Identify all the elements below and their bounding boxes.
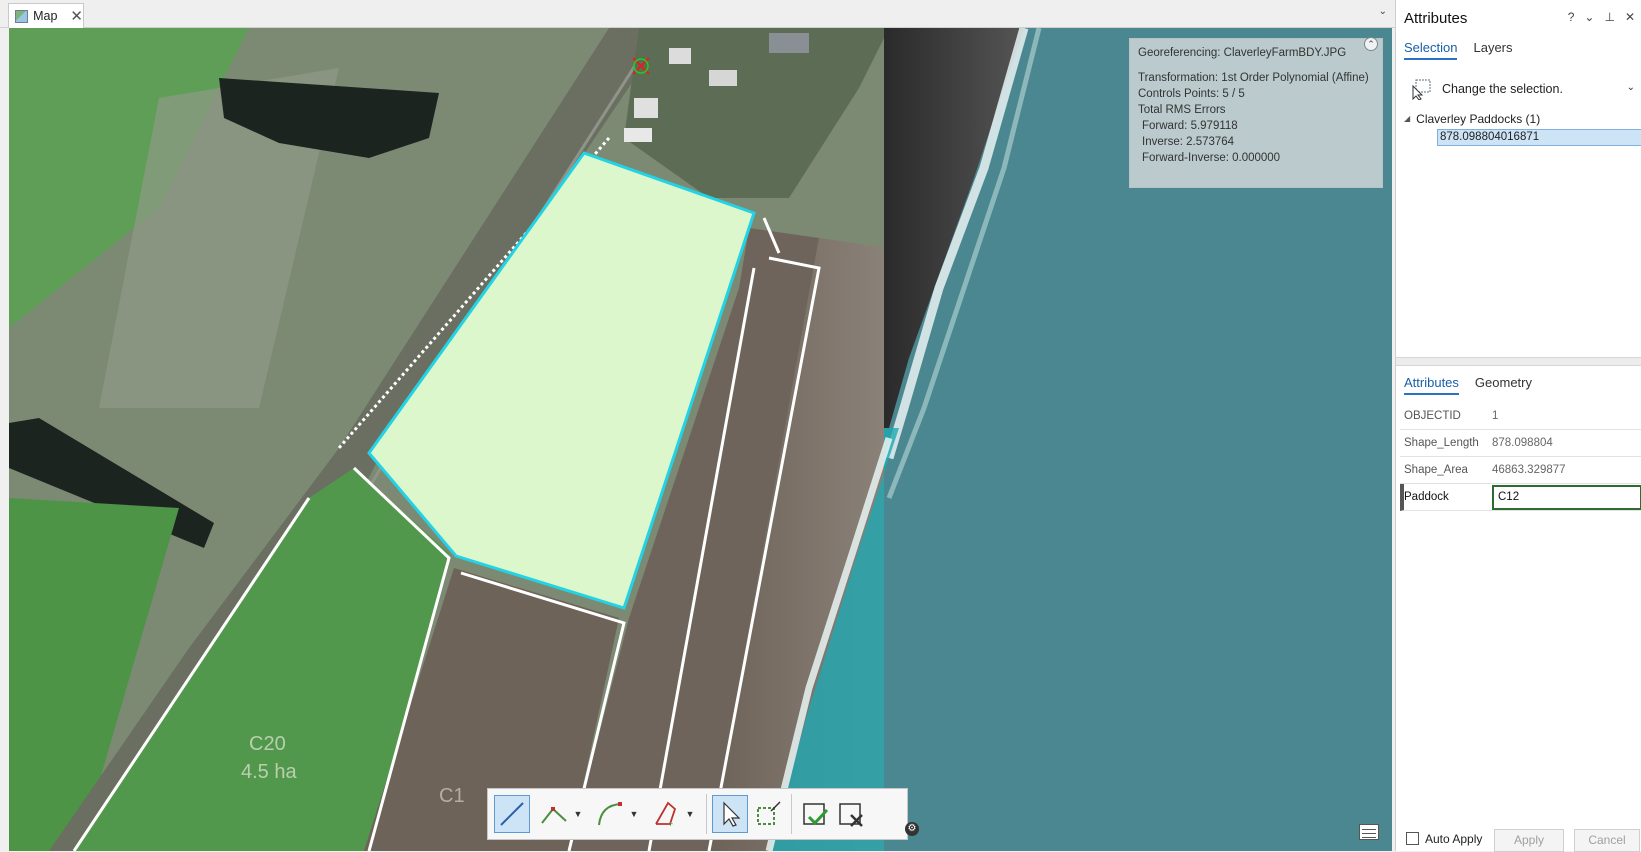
georef-rms-header: Total RMS Errors [1138, 104, 1226, 116]
georef-control-points: Controls Points: 5 / 5 [1138, 88, 1245, 100]
right-angle-tool-icon: + [655, 801, 677, 829]
georef-forward: Forward: 5.979118 [1142, 120, 1238, 132]
select-arrow-icon [723, 801, 741, 827]
field-name: Shape_Length [1404, 437, 1479, 449]
gear-icon[interactable]: ⚙ [905, 822, 919, 836]
finish-sketch-icon [803, 803, 829, 826]
chevron-down-icon[interactable]: ⌄ [1627, 82, 1635, 93]
field-value: 878.098804 [1492, 437, 1553, 449]
change-selection-button[interactable]: Change the selection. [1410, 76, 1640, 102]
close-icon[interactable]: ✕ [70, 9, 83, 24]
chevron-down-icon[interactable]: ⌄ [1379, 6, 1387, 17]
select-arrow-button[interactable] [712, 795, 748, 833]
selection-tabs: Selection Layers [1404, 40, 1513, 60]
chevron-up-icon[interactable]: ⌃ [1364, 37, 1378, 51]
map-icon [15, 9, 29, 23]
pane-splitter[interactable] [1396, 357, 1641, 366]
tab-attributes[interactable]: Attributes [1404, 375, 1459, 395]
field-name: OBJECTID [1404, 410, 1461, 422]
toolbar-divider [706, 794, 707, 834]
field-value: 46863.329877 [1492, 464, 1566, 476]
field-value: 1 [1492, 410, 1499, 422]
tab-map[interactable]: Map ✕ [8, 3, 84, 28]
polyline-tool-icon [541, 807, 567, 824]
right-angle-tool-button[interactable]: + [648, 795, 684, 833]
polyline-tool-button[interactable] [536, 795, 572, 833]
georef-transformation: Transformation: 1st Order Polynomial (Af… [1138, 72, 1369, 84]
field-name: Paddock [1404, 491, 1449, 503]
attribute-tabs: Attributes Geometry [1404, 375, 1532, 395]
georeferencing-info-box: ⌃ Georeferencing: ClaverleyFarmBDY.JPG T… [1129, 37, 1383, 188]
map-tabstrip: Map ✕ ⌄ [0, 0, 1395, 28]
clear-sketch-button[interactable] [833, 795, 869, 833]
pane-footer: Auto Apply Apply Cancel [1396, 826, 1641, 852]
attribute-table: OBJECTID 1 Shape_Length 878.098804 Shape… [1400, 403, 1641, 511]
paddock-value-input[interactable]: C12 [1492, 484, 1641, 510]
select-rectangle-button[interactable] [750, 795, 786, 833]
finish-sketch-button[interactable] [797, 795, 833, 833]
chevron-down-icon[interactable]: ▼ [684, 809, 696, 819]
house-roof [624, 128, 652, 142]
map-view[interactable]: C20 4.5 ha C1 ⌃ Georeferencing: Claverle… [9, 28, 1392, 851]
pane-title: Attributes [1404, 10, 1468, 27]
attributes-pane: Attributes ? ⌄ ⊥ ✕ Selection Layers Chan… [1395, 0, 1641, 852]
georef-title: Georeferencing: ClaverleyFarmBDY.JPG [1138, 47, 1347, 59]
field-name: Shape_Area [1404, 464, 1468, 476]
close-icon[interactable]: ✕ [1625, 10, 1635, 24]
chevron-down-icon[interactable]: ▼ [628, 809, 640, 819]
arc-tool-icon [598, 802, 622, 826]
attribute-row[interactable]: OBJECTID 1 [1400, 403, 1641, 430]
select-rectangle-icon [757, 801, 781, 825]
house-roof [669, 48, 691, 64]
house-roof [634, 98, 658, 118]
tree-layer-group[interactable]: ◢ Claverley Paddocks (1) [1404, 112, 1540, 126]
georef-inverse: Inverse: 2.573764 [1142, 136, 1235, 148]
change-selection-label: Change the selection. [1442, 82, 1563, 96]
georef-forward-inverse: Forward-Inverse: 0.000000 [1142, 152, 1281, 164]
chevron-down-icon[interactable]: ⌄ [1584, 10, 1594, 24]
attribute-row[interactable]: Shape_Length 878.098804 [1400, 430, 1641, 457]
collapse-caret-icon[interactable]: ◢ [1404, 114, 1410, 126]
select-cursor-icon [1412, 79, 1431, 100]
chevron-down-icon[interactable]: ▼ [572, 809, 584, 819]
attribute-table-icon[interactable] [1359, 824, 1379, 840]
map-label-paddock: C20 [249, 733, 286, 755]
tree-feature-item[interactable]: 878.098804016871 [1437, 129, 1641, 146]
house-roof [709, 70, 737, 86]
attribute-row-editing[interactable]: Paddock C12 [1400, 484, 1641, 511]
tab-selection[interactable]: Selection [1404, 40, 1458, 60]
line-tool-button[interactable] [494, 795, 530, 833]
svg-text:+: + [668, 819, 673, 829]
clear-sketch-icon [839, 803, 863, 827]
tab-layers[interactable]: Layers [1473, 40, 1512, 60]
auto-apply-label: Auto Apply [1425, 831, 1483, 846]
house-roof [769, 33, 809, 53]
apply-button[interactable]: Apply [1494, 829, 1564, 852]
map-label-area: 4.5 ha [241, 761, 297, 783]
tab-geometry[interactable]: Geometry [1475, 375, 1532, 395]
pin-icon[interactable]: ⊥ [1604, 10, 1614, 24]
tab-map-label: Map [33, 9, 58, 23]
toolbar-divider [791, 794, 792, 834]
pane-controls: ? ⌄ ⊥ ✕ [1568, 10, 1635, 24]
cancel-button[interactable]: Cancel [1574, 829, 1640, 852]
auto-apply-checkbox[interactable] [1406, 832, 1419, 845]
arc-tool-button[interactable] [592, 795, 628, 833]
line-tool-icon [500, 802, 524, 826]
help-icon[interactable]: ? [1568, 10, 1575, 24]
tree-layer-label: Claverley Paddocks (1) [1416, 112, 1541, 126]
editing-toolbar: ▼ ▼ + ▼ [487, 788, 908, 840]
attribute-row[interactable]: Shape_Area 46863.329877 [1400, 457, 1641, 484]
map-label-paddock-2: C1 [439, 785, 465, 807]
